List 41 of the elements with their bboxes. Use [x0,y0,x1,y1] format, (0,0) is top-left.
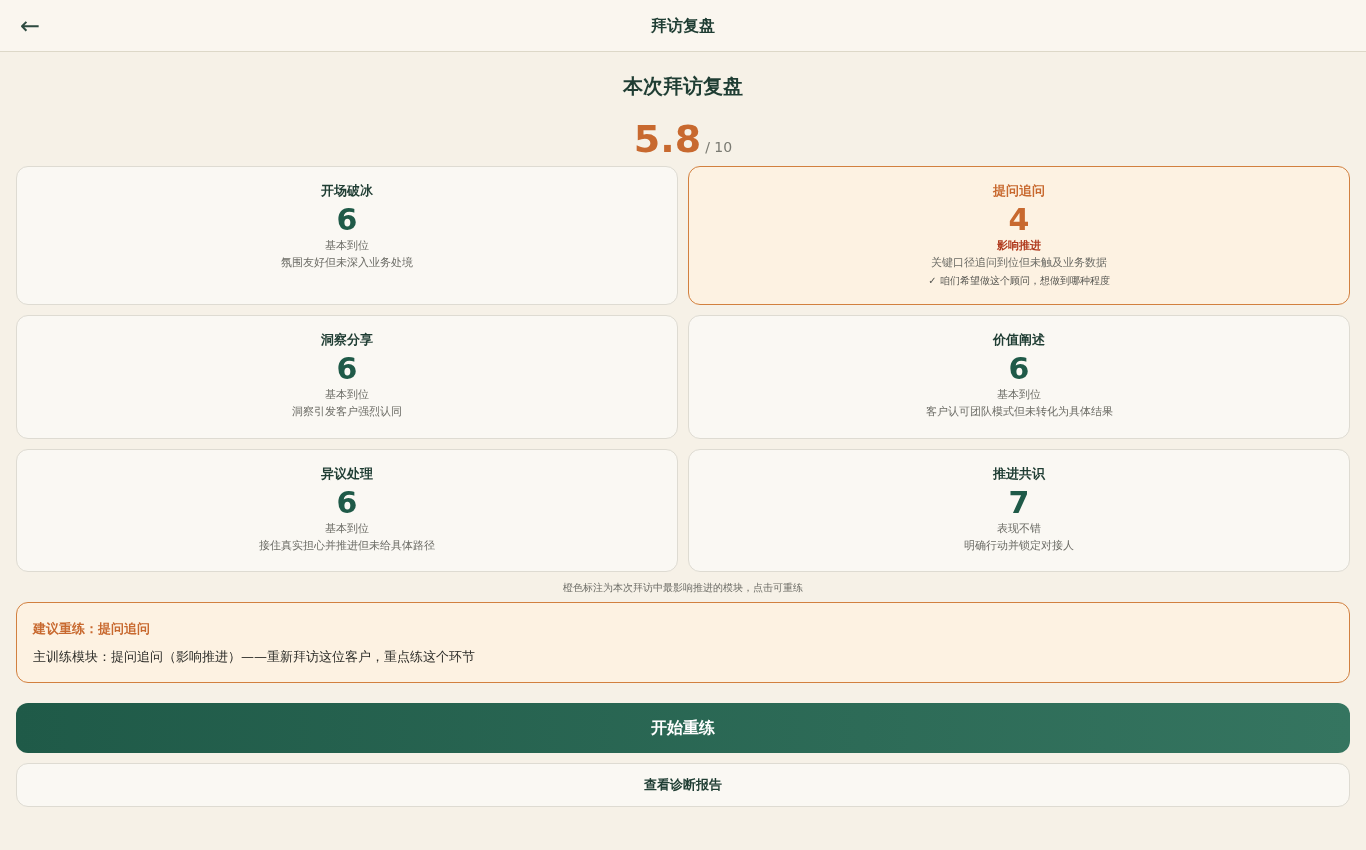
module-comment: 明确行动并锁定对接人 [964,537,1074,554]
module-grade: 基本到位 [325,387,369,403]
module-card[interactable]: 价值阐述 6 基本到位 客户认可团队模式但未转化为具体结果 [688,315,1350,439]
legend-text: 橙色标注为本次拜访中最影响推进的模块，点击可重练 [562,581,804,595]
module-name: 提问追问 [993,182,1045,200]
section-heading: 本次拜访复盘 [622,73,744,100]
module-grade: 影响推进 [997,238,1041,254]
module-card[interactable]: 推进共识 7 表现不错 明确行动并锁定对接人 [688,449,1350,572]
page-title: 拜访复盘 [651,14,715,37]
back-button[interactable]: ← [20,9,41,42]
score-max: / 10 [705,138,733,157]
module-comment: 关键口径追问到位但未触及业务数据 [931,254,1107,271]
module-card[interactable]: 异议处理 6 基本到位 接住真实担心并推进但未给具体路径 [16,449,678,572]
module-score: 4 [1008,200,1030,238]
module-card[interactable]: 提问追问 4 影响推进 关键口径追问到位但未触及业务数据 ✓ 咱们希望做这个顾问，想做到哪种程度 [688,166,1350,305]
module-score: 6 [336,200,358,238]
overall-score: 5.8 [633,120,702,158]
module-name: 价值阐述 [993,331,1045,349]
module-grade: 基本到位 [325,521,369,537]
module-comment: 接住真实担心并推进但未给具体路径 [259,537,435,554]
suggestion-text: 主训练模块：提问追问（影响推进）——重新拜访这位客户，重点练这个环节 [33,647,476,666]
module-score: 7 [1008,483,1030,521]
module-comment: 氛围友好但未深入业务处境 [281,254,413,271]
module-name: 异议处理 [321,465,373,483]
module-name: 推进共识 [993,465,1045,483]
module-note: ✓ 咱们希望做这个顾问，想做到哪种程度 [928,274,1110,288]
module-name: 开场破冰 [321,182,373,200]
module-card[interactable]: 洞察分享 6 基本到位 洞察引发客户强烈认同 [16,315,678,439]
module-grade: 基本到位 [325,238,369,254]
module-score: 6 [336,349,358,387]
module-score: 6 [1008,349,1030,387]
view-report-button[interactable]: 查看诊断报告 [16,763,1350,807]
module-grade: 表现不错 [997,521,1041,537]
module-comment: 洞察引发客户强烈认同 [292,403,402,420]
module-name: 洞察分享 [321,331,373,349]
module-grade: 基本到位 [997,387,1041,403]
module-comment: 客户认可团队模式但未转化为具体结果 [925,403,1113,420]
start-retrain-button[interactable]: 开始重练 [16,703,1350,753]
module-card[interactable]: 开场破冰 6 基本到位 氛围友好但未深入业务处境 [16,166,678,305]
suggestion-title: 建议重练：提问追问 [33,620,151,638]
module-score: 6 [336,483,358,521]
